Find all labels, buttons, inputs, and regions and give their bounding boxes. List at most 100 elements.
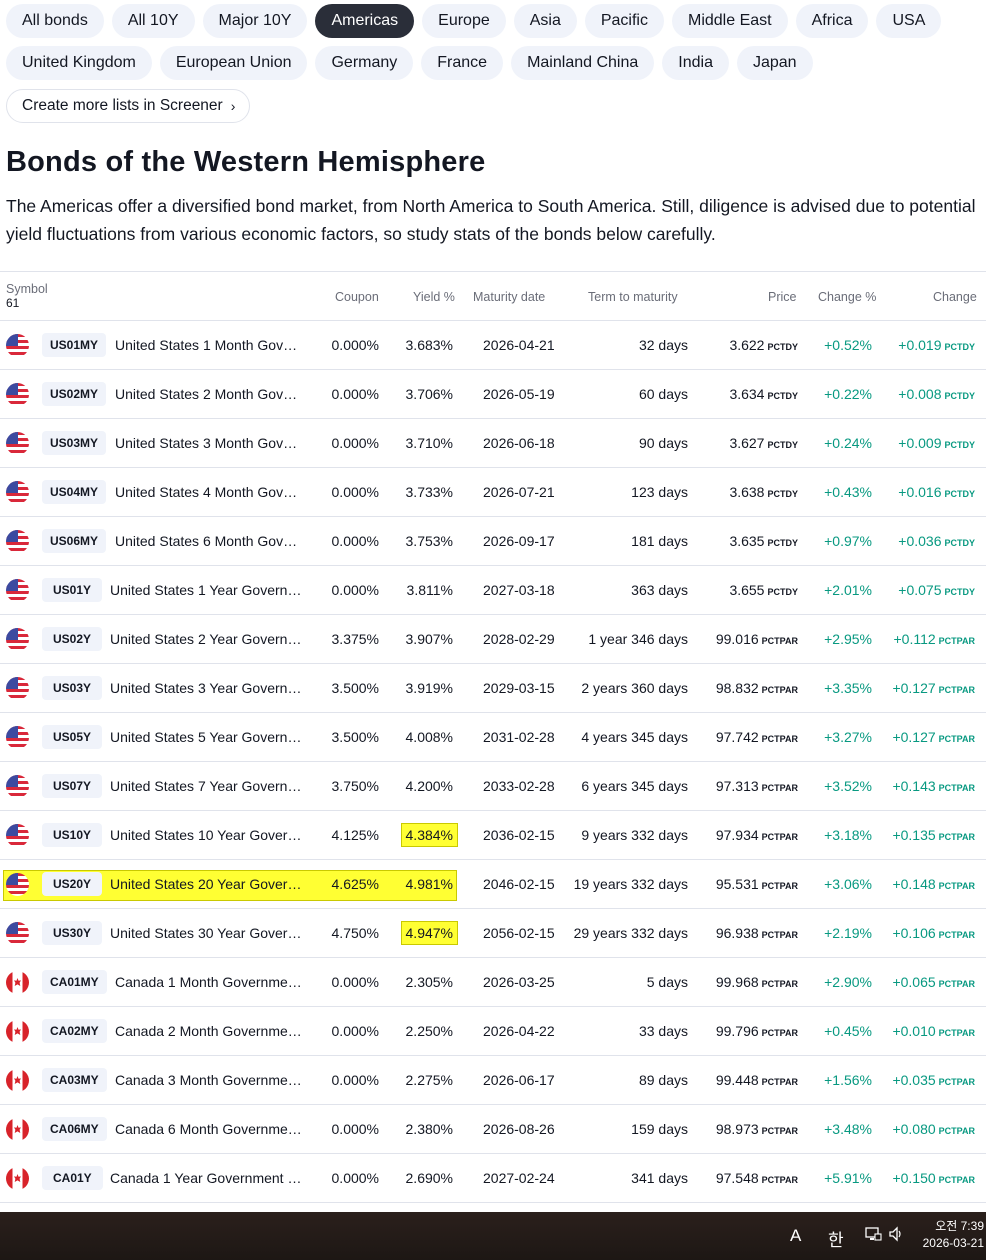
chip-france[interactable]: France (421, 46, 504, 80)
table-row[interactable]: US06MY United States 6 Month Government B… (0, 517, 986, 566)
speaker-icon[interactable] (888, 1225, 904, 1248)
bond-name-link[interactable]: United States 30 Year Government Bond (110, 925, 303, 941)
table-row[interactable]: US05Y United States 5 Year Government Bon… (0, 713, 986, 762)
column-header-price[interactable]: Price (768, 290, 796, 304)
chip-middle-east[interactable]: Middle East (671, 4, 788, 38)
price-value: 3.638 (729, 484, 765, 500)
bond-name-link[interactable]: United States 3 Month Government Bond (115, 435, 302, 451)
symbol-badge[interactable]: US02MY (42, 382, 107, 406)
bond-name-link[interactable]: United States 1 Year Government Bond (110, 582, 303, 598)
price-value: 96.938 (715, 925, 759, 941)
price-unit: PCTPAR (761, 636, 798, 646)
column-header-yield[interactable]: Yield % (413, 290, 455, 304)
symbol-badge[interactable]: US30Y (42, 921, 103, 945)
symbol-badge[interactable]: CA02MY (42, 1019, 107, 1043)
coupon-value: 0.000% (331, 1023, 379, 1039)
symbol-badge[interactable]: CA06MY (42, 1117, 107, 1141)
ime-mode-indicator[interactable]: A (790, 1226, 801, 1246)
table-row[interactable]: US04MY United States 4 Month Government B… (0, 468, 986, 517)
table-row[interactable]: US03MY United States 3 Month Government B… (0, 419, 986, 468)
change-value: +0.035 (892, 1072, 936, 1088)
column-header-maturity-date[interactable]: Maturity date (473, 290, 545, 304)
bond-name-link[interactable]: United States 5 Year Government Bond (110, 729, 303, 745)
symbol-count: 61 (6, 296, 20, 310)
symbol-badge[interactable]: US01MY (42, 333, 107, 357)
bond-name-link[interactable]: United States 2 Year Government Bond (110, 631, 303, 647)
symbol-badge[interactable]: CA01MY (42, 970, 107, 994)
symbol-badge[interactable]: US02Y (42, 627, 103, 651)
chip-usa[interactable]: USA (876, 4, 942, 38)
chip-japan[interactable]: Japan (736, 46, 813, 80)
bond-name-link[interactable]: United States 3 Year Government Bond (110, 680, 303, 696)
bond-name-link[interactable]: Canada 1 Year Government Bond (110, 1170, 303, 1186)
symbol-badge[interactable]: US10Y (42, 823, 103, 847)
column-header-change[interactable]: Change (933, 290, 977, 304)
bond-name-link[interactable]: United States 2 Month Government Bond (115, 386, 302, 402)
change-percent-value: +2.90% (824, 974, 872, 990)
chip-european-union[interactable]: European Union (159, 46, 308, 80)
yield-value: 4.947% (400, 921, 458, 945)
column-header-coupon[interactable]: Coupon (335, 290, 379, 304)
table-row[interactable]: US02Y United States 2 Year Government Bon… (0, 615, 986, 664)
term-to-maturity-value: 1 year 346 days (588, 631, 688, 647)
bond-name-link[interactable]: United States 10 Year Government Bond (110, 827, 303, 843)
chip-pacific[interactable]: Pacific (584, 4, 664, 38)
table-row[interactable]: US01Y United States 1 Year Government Bon… (0, 566, 986, 615)
chip-africa[interactable]: Africa (795, 4, 869, 38)
table-row[interactable]: US02MY United States 2 Month Government B… (0, 370, 986, 419)
bond-name-link[interactable]: Canada 6 Month Government Bond (115, 1121, 302, 1137)
column-header-change-percent[interactable]: Change % (818, 290, 876, 304)
chip-mainland-china[interactable]: Mainland China (511, 46, 655, 80)
table-row[interactable]: CA03MY Canada 3 Month Government Bond 0.00… (0, 1056, 986, 1105)
symbol-badge[interactable]: CA01Y (42, 1166, 103, 1190)
coupon-value: 0.000% (331, 974, 379, 990)
ime-language-indicator[interactable]: 한 (828, 1226, 844, 1251)
chip-all-10y[interactable]: All 10Y (111, 4, 195, 38)
symbol-badge[interactable]: US04MY (42, 480, 107, 504)
symbol-badge[interactable]: US05Y (42, 725, 103, 749)
us-flag-icon (6, 922, 29, 945)
table-row[interactable]: CA06MY Canada 6 Month Government Bond 0.00… (0, 1105, 986, 1154)
chip-europe[interactable]: Europe (422, 4, 506, 38)
column-header-symbol[interactable]: Symbol 61 (6, 282, 48, 310)
bond-name-link[interactable]: United States 4 Month Government Bond (115, 484, 302, 500)
symbol-badge[interactable]: US03Y (42, 676, 103, 700)
system-clock[interactable]: 오전 7:39 2026-03-21 (923, 1218, 984, 1252)
bond-name-link[interactable]: United States 20 Year Government Bond (110, 876, 303, 892)
table-row[interactable]: US30Y United States 30 Year Government Bo… (0, 909, 986, 958)
table-row[interactable]: CA01Y Canada 1 Year Government Bond 0.000%… (0, 1154, 986, 1203)
bond-name-link[interactable]: United States 7 Year Government Bond (110, 778, 303, 794)
network-icon[interactable] (864, 1225, 882, 1248)
column-header-term-to-maturity[interactable]: Term to maturity (588, 290, 678, 304)
chip-united-kingdom[interactable]: United Kingdom (6, 46, 152, 80)
symbol-badge[interactable]: US07Y (42, 774, 103, 798)
symbol-badge[interactable]: US03MY (42, 431, 107, 455)
table-row[interactable]: US01MY United States 1 Month Government B… (0, 321, 986, 370)
change-unit: PCTPAR (938, 1175, 975, 1185)
canada-flag-icon (6, 1167, 29, 1190)
symbol-badge[interactable]: US01Y (42, 578, 103, 602)
yield-value: 4.008% (405, 729, 453, 745)
chip-all-bonds[interactable]: All bonds (6, 4, 104, 38)
symbol-badge[interactable]: CA03MY (42, 1068, 107, 1092)
bond-name-link[interactable]: United States 1 Month Government Bond (115, 337, 302, 353)
chip-major-10y[interactable]: Major 10Y (202, 4, 308, 38)
bond-name-link[interactable]: United States 6 Month Government Bond (115, 533, 302, 549)
chip-asia[interactable]: Asia (513, 4, 577, 38)
table-row[interactable]: CA02MY Canada 2 Month Government Bond 0.00… (0, 1007, 986, 1056)
chip-india[interactable]: India (662, 46, 729, 80)
symbol-badge[interactable]: US20Y (42, 872, 103, 896)
table-row[interactable]: CA01MY Canada 1 Month Government Bond 0.00… (0, 958, 986, 1007)
bond-name-link[interactable]: Canada 1 Month Government Bond (115, 974, 302, 990)
bond-name-link[interactable]: Canada 2 Month Government Bond (115, 1023, 302, 1039)
table-row[interactable]: US03Y United States 3 Year Government Bon… (0, 664, 986, 713)
chip-americas[interactable]: Americas (315, 4, 415, 38)
change-value: +0.065 (892, 974, 936, 990)
create-lists-screener-button[interactable]: Create more lists in Screener › (6, 89, 251, 123)
table-row[interactable]: US20Y United States 20 Year Government Bo… (0, 860, 986, 909)
bond-name-link[interactable]: Canada 3 Month Government Bond (115, 1072, 302, 1088)
chip-germany[interactable]: Germany (315, 46, 414, 80)
table-row[interactable]: US10Y United States 10 Year Government Bo… (0, 811, 986, 860)
symbol-badge[interactable]: US06MY (42, 529, 107, 553)
table-row[interactable]: US07Y United States 7 Year Government Bon… (0, 762, 986, 811)
